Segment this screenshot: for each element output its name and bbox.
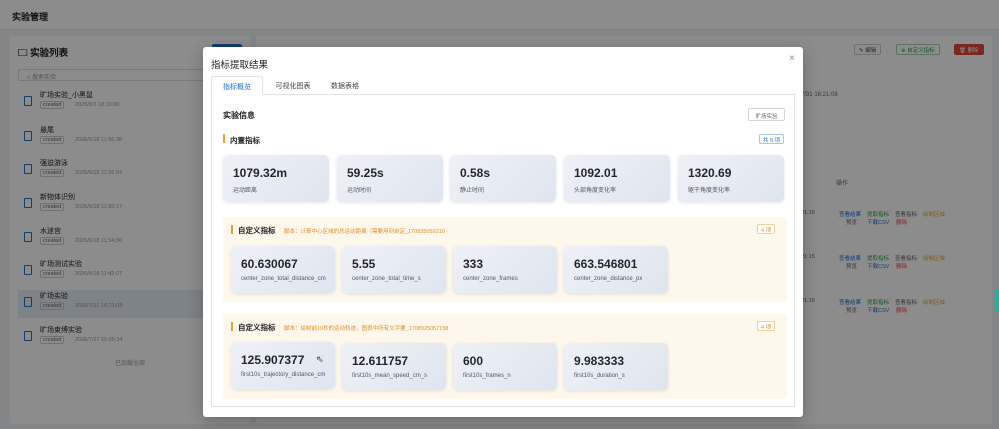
section-marker bbox=[231, 225, 233, 234]
custom-count-badge: 4 项 bbox=[757, 224, 776, 234]
script-description: 脚本：绘制前10秒的运动轨迹，图表中所有文字要_1708925057158 bbox=[284, 326, 449, 332]
metric-card: 600 first10s_frames_n bbox=[453, 343, 557, 390]
metric-card: 663.546801 center_zone_distance_px bbox=[564, 246, 668, 293]
custom-count-badge: 4 项 bbox=[757, 321, 776, 331]
metric-card: 9.983333 first10s_duration_s bbox=[564, 343, 668, 390]
experiment-name-button[interactable]: 旷场实验 bbox=[748, 108, 785, 121]
side-handle[interactable] bbox=[995, 290, 999, 312]
metric-card: 5.55 center_zone_total_time_s bbox=[342, 246, 446, 293]
builtin-count-badge: 共 5 项 bbox=[759, 134, 785, 144]
custom-metrics-section: 自定义指标 脚本：计算中心区域的总运动距离（需要用到自定_17083505931… bbox=[223, 217, 787, 302]
tab-overview[interactable]: 指标概览 bbox=[211, 76, 263, 95]
builtin-metrics-title: 内置指标 bbox=[230, 136, 260, 145]
metrics-result-dialog: 指标提取结果 × 指标概览 可视化图表 数据表格 实验信息 旷场实验 内置指标 … bbox=[203, 47, 803, 417]
close-icon[interactable]: × bbox=[789, 53, 795, 64]
metric-card: 60.630067 center_zone_total_distance_cm bbox=[231, 246, 335, 293]
tab-bar: 指标概览 可视化图表 数据表格 bbox=[211, 76, 795, 95]
metric-card: 333 center_zone_frames bbox=[453, 246, 557, 293]
metric-card: 1079.32m 运动距离 bbox=[223, 155, 329, 202]
metric-card: 59.25s 运动时间 bbox=[337, 155, 443, 202]
custom-metrics-title: 自定义指标 bbox=[238, 226, 276, 235]
custom-metrics-title: 自定义指标 bbox=[238, 323, 276, 332]
metric-card: 0.58s 静止时间 bbox=[450, 155, 556, 202]
script-description: 脚本：计算中心区域的总运动距离（需要用到自定_170835059310 bbox=[284, 229, 445, 235]
tab-data-table[interactable]: 数据表格 bbox=[319, 76, 371, 95]
metric-card: 1092.01 头部角度变化率 bbox=[564, 155, 670, 202]
mouse-cursor-icon: ⇖ bbox=[316, 354, 324, 364]
dialog-title: 指标提取结果 bbox=[211, 60, 269, 71]
section-marker bbox=[231, 322, 233, 331]
metric-card: 1320.69 躯干角度变化率 bbox=[678, 155, 784, 202]
custom-metrics-section: 自定义指标 脚本：绘制前10秒的运动轨迹，图表中所有文字要_1708925057… bbox=[223, 314, 787, 399]
section-marker bbox=[223, 134, 225, 143]
experiment-info-title: 实验信息 bbox=[223, 111, 255, 120]
metric-card: 12.611757 first10s_mean_speed_cm_s bbox=[342, 343, 446, 390]
tab-charts[interactable]: 可视化图表 bbox=[267, 76, 319, 95]
metric-card: 125.907377 first10s_trajectory_distance_c… bbox=[231, 342, 335, 389]
